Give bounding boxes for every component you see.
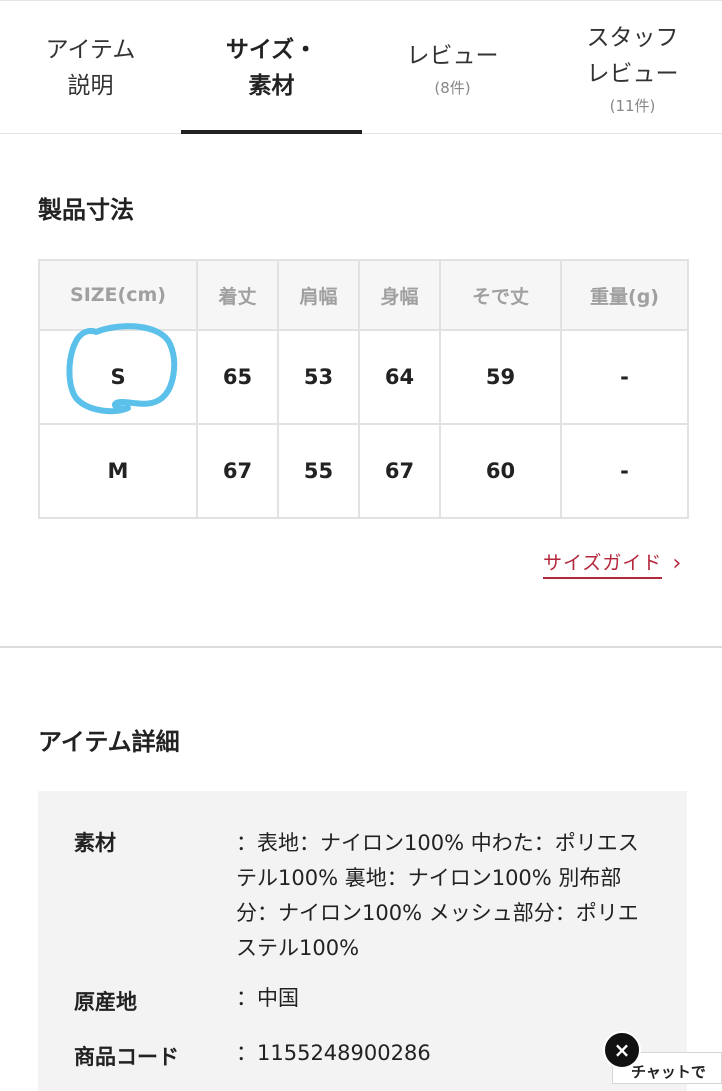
- chat-label: チャットで: [631, 1063, 706, 1081]
- table-cell: 53: [277, 329, 360, 425]
- tab-item-description[interactable]: アイテム 説明: [0, 1, 181, 135]
- tab-bar: アイテム 説明 サイズ・ 素材 レビュー (8件) スタッフ レビュー (11件…: [0, 0, 722, 134]
- detail-label: 商品コード: [74, 1045, 179, 1069]
- size-table: SIZE(cm) 着丈 肩幅 身幅 そで丈 重量(g) S 65 53 64 5…: [38, 259, 689, 519]
- tab-staff-reviews[interactable]: スタッフ レビュー (11件): [542, 1, 722, 135]
- header-cell-weight: 重量(g): [560, 259, 689, 331]
- table-row: S 65 53 64 59 -: [38, 329, 689, 425]
- header-cell-sleeve: そで丈: [439, 259, 562, 331]
- table-cell: 59: [439, 329, 562, 425]
- size-guide-label: サイズガイド: [543, 548, 663, 579]
- detail-value: ：表地：ナイロン100% 中わた：ポリエステル100% 裏地：ナイロン100% …: [236, 831, 639, 960]
- table-cell: 60: [439, 423, 562, 519]
- tab-label: アイテム 説明: [45, 37, 136, 99]
- tab-count: (11件): [609, 97, 656, 115]
- tab-count: (8件): [434, 79, 471, 97]
- size-table-header-row: SIZE(cm) 着丈 肩幅 身幅 そで丈 重量(g): [38, 259, 689, 331]
- table-cell: -: [560, 423, 689, 519]
- tab-reviews[interactable]: レビュー (8件): [362, 1, 543, 135]
- table-cell: 65: [196, 329, 279, 425]
- table-cell: -: [560, 329, 689, 425]
- table-cell: 67: [196, 423, 279, 519]
- item-detail-box: 素材 ：表地：ナイロン100% 中わた：ポリエステル100% 裏地：ナイロン10…: [38, 791, 687, 1091]
- detail-value: ：1155248900286: [236, 1041, 431, 1065]
- size-section-title: 製品寸法: [38, 196, 134, 224]
- table-cell: 67: [358, 423, 441, 519]
- tab-label: スタッフ レビュー: [586, 25, 679, 87]
- table-row: M 67 55 67 60 -: [38, 423, 689, 519]
- size-cell: S: [38, 329, 198, 425]
- close-icon[interactable]: ×: [603, 1031, 641, 1069]
- size-cell: M: [38, 423, 198, 519]
- table-cell: 64: [358, 329, 441, 425]
- table-cell: 55: [277, 423, 360, 519]
- detail-label: 原産地: [74, 990, 137, 1014]
- tab-size-material[interactable]: サイズ・ 素材: [181, 1, 362, 135]
- detail-label: 素材: [74, 831, 116, 855]
- tab-label: レビュー: [406, 43, 499, 69]
- section-divider: [0, 646, 722, 648]
- chevron-right-icon: ›: [672, 550, 682, 576]
- header-cell-length: 着丈: [196, 259, 279, 331]
- detail-value: ：中国: [236, 986, 299, 1010]
- detail-section-title: アイテム詳細: [38, 728, 180, 756]
- size-guide-link[interactable]: サイズガイド ›: [543, 548, 681, 579]
- header-cell-chest: 身幅: [358, 259, 441, 331]
- tab-label: サイズ・ 素材: [225, 37, 318, 99]
- active-tab-indicator: [181, 130, 362, 134]
- header-cell-size: SIZE(cm): [38, 259, 198, 331]
- close-glyph: ×: [613, 1038, 631, 1062]
- header-cell-shoulder: 肩幅: [277, 259, 360, 331]
